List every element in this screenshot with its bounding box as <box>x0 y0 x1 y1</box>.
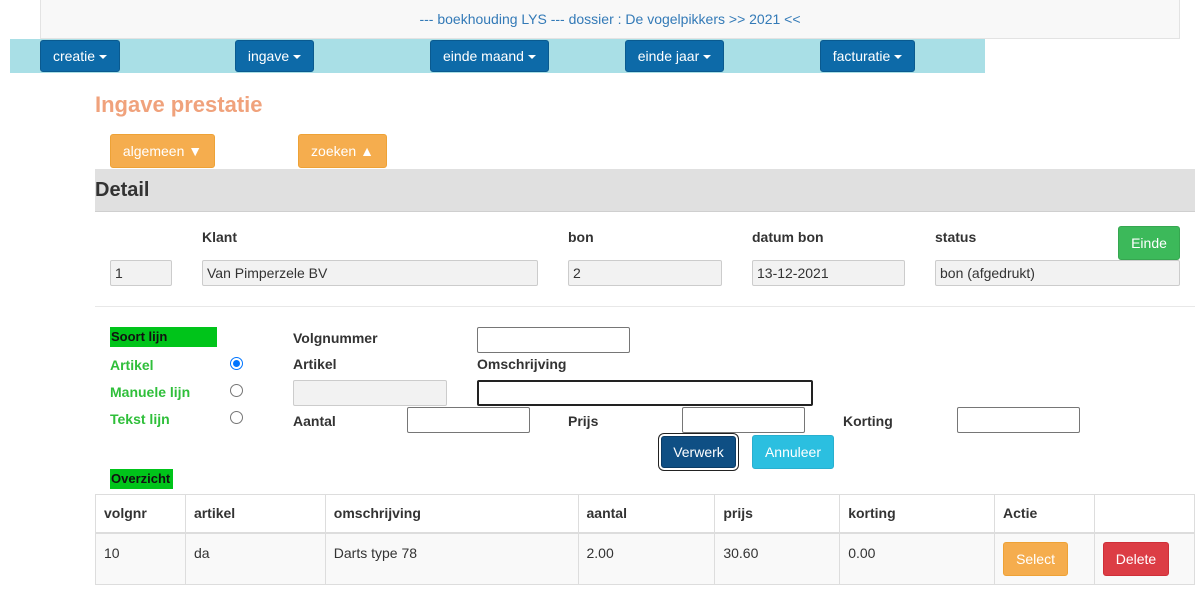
section-divider <box>95 306 1195 307</box>
caret-down-icon <box>99 55 108 60</box>
nav-ingave-dropdown[interactable]: ingave <box>235 40 314 72</box>
aantal-label: Aantal <box>293 413 336 429</box>
caret-down-icon <box>703 55 712 60</box>
caret-down-icon <box>894 55 903 60</box>
prijs-label: Prijs <box>568 413 599 429</box>
table-header-row: volgnr artikel omschrijving aantal prijs… <box>95 494 1196 534</box>
volgnummer-input[interactable] <box>477 327 630 353</box>
omschrijving-label: Omschrijving <box>477 356 567 372</box>
annuleer-button[interactable]: Annuleer <box>752 435 834 469</box>
overzicht-header: Overzicht <box>110 469 173 489</box>
overzicht-table: volgnr artikel omschrijving aantal prijs… <box>95 494 1196 585</box>
delete-button[interactable]: Delete <box>1102 541 1169 576</box>
nav-facturatie-label: facturatie <box>832 48 891 64</box>
detail-section-header: Detail <box>95 169 1195 212</box>
page-title: Ingave prestatie <box>95 92 263 117</box>
col-volgnr: volgnr <box>95 494 186 534</box>
option-manuele-label: Manuele lijn <box>110 384 191 400</box>
zoeken-toggle-button[interactable]: zoeken ▲ <box>298 134 387 168</box>
prijs-input[interactable] <box>682 407 805 433</box>
soort-lijn-header: Soort lijn <box>110 327 217 347</box>
col-aantal: aantal <box>577 494 716 534</box>
nav-einde-jaar-label: einde jaar <box>637 48 700 64</box>
cell-select: Select <box>994 532 1095 585</box>
klant-field[interactable]: Van Pimperzele BV <box>202 260 538 286</box>
klant-label: Klant <box>202 229 237 245</box>
nav-einde-jaar-dropdown[interactable]: einde jaar <box>625 40 724 72</box>
artikel-input[interactable] <box>293 380 447 406</box>
korting-label: Korting <box>843 413 893 429</box>
option-tekst-label: Tekst lijn <box>110 411 170 427</box>
nav-creatie-label: creatie <box>52 48 96 64</box>
artikel-radio[interactable] <box>230 357 243 370</box>
status-field[interactable]: bon (afgedrukt) <box>935 260 1180 286</box>
col-actie: Actie <box>994 494 1095 534</box>
cell-volgnr: 10 <box>95 532 186 585</box>
app-banner: --- boekhouding LYS --- dossier : De vog… <box>40 0 1180 39</box>
option-artikel-label: Artikel <box>110 357 154 373</box>
caret-down-icon <box>527 55 536 60</box>
app-title: --- boekhouding LYS --- dossier : De vog… <box>419 11 801 27</box>
cell-korting: 0.00 <box>839 532 996 585</box>
korting-input[interactable] <box>957 407 1080 433</box>
cell-aantal: 2.00 <box>577 532 716 585</box>
status-label: status <box>935 229 977 245</box>
klant-nr-field[interactable]: 1 <box>110 260 172 286</box>
volgnummer-label: Volgnummer <box>293 330 378 346</box>
aantal-input[interactable] <box>407 407 530 433</box>
col-empty <box>1093 494 1196 534</box>
select-button[interactable]: Select <box>1003 541 1069 576</box>
tekst-lijn-radio[interactable] <box>230 411 243 424</box>
cell-omschrijving: Darts type 78 <box>324 532 579 585</box>
omschrijving-input[interactable] <box>477 380 813 406</box>
detail-title: Detail <box>95 179 150 201</box>
artikel-label: Artikel <box>293 356 337 372</box>
col-prijs: prijs <box>714 494 841 534</box>
nav-einde-maand-dropdown[interactable]: einde maand <box>430 40 549 72</box>
col-artikel: artikel <box>184 494 326 534</box>
nav-facturatie-dropdown[interactable]: facturatie <box>820 40 915 72</box>
table-row: 10 da Darts type 78 2.00 30.60 0.00 Sele… <box>95 532 1196 585</box>
caret-down-icon <box>293 55 302 60</box>
nav-ingave-label: ingave <box>247 48 290 64</box>
algemeen-toggle-button[interactable]: algemeen ▼ <box>110 134 215 168</box>
col-omschrijving: omschrijving <box>324 494 579 534</box>
nav-creatie-dropdown[interactable]: creatie <box>40 40 120 72</box>
bon-label: bon <box>568 229 594 245</box>
cell-delete: Delete <box>1093 532 1196 585</box>
datum-bon-label: datum bon <box>752 229 824 245</box>
bon-field[interactable]: 2 <box>568 260 722 286</box>
cell-prijs: 30.60 <box>714 532 841 585</box>
datum-bon-field[interactable]: 13-12-2021 <box>752 260 905 286</box>
col-korting: korting <box>839 494 996 534</box>
manuele-lijn-radio[interactable] <box>230 384 243 397</box>
cell-artikel: da <box>184 532 326 585</box>
einde-button[interactable]: Einde <box>1118 226 1180 260</box>
verwerk-button[interactable]: Verwerk <box>661 436 736 468</box>
nav-einde-maand-label: einde maand <box>443 48 524 64</box>
